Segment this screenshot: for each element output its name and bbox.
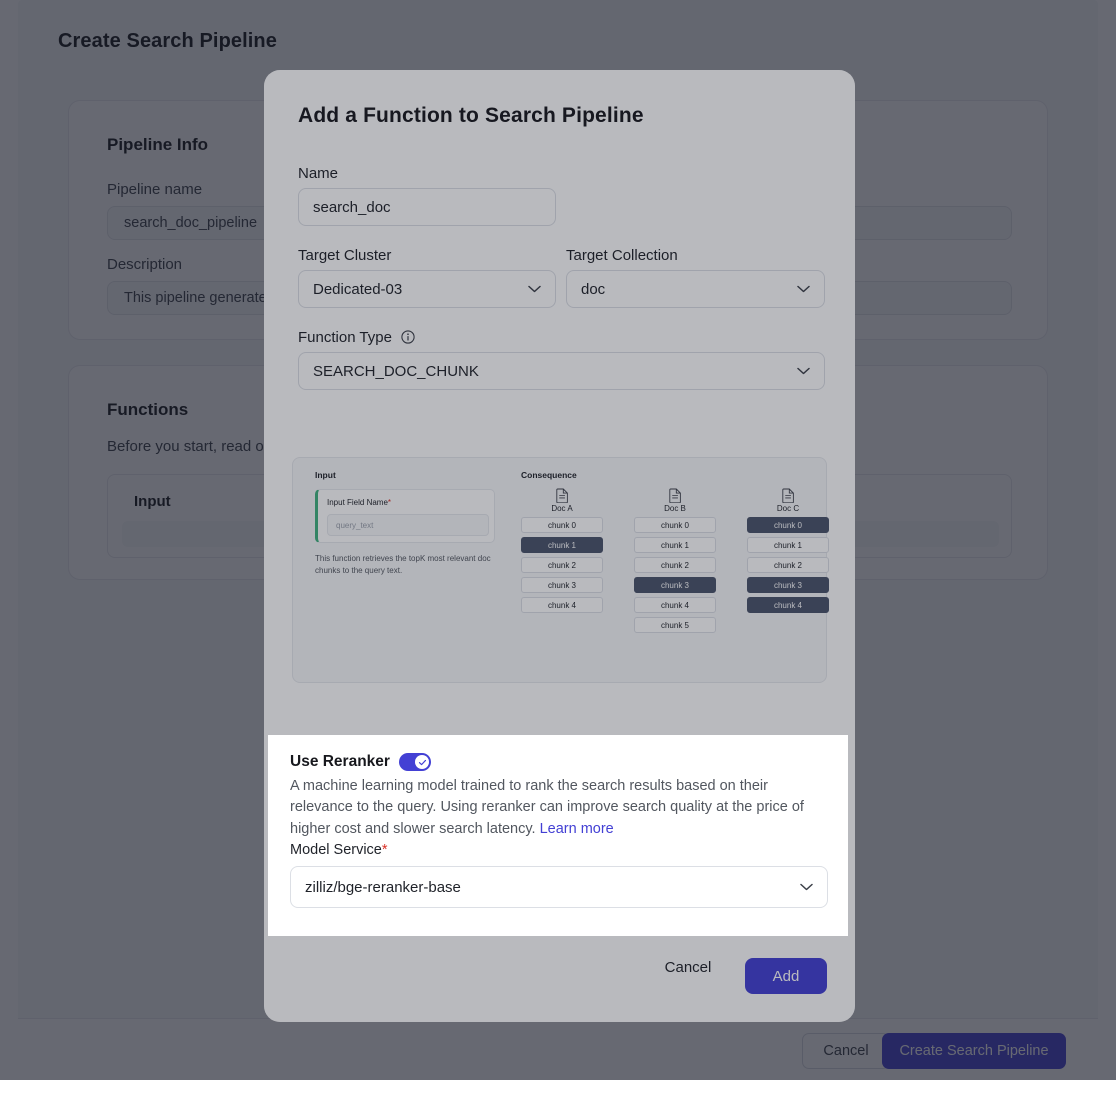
functions-heading: Functions: [107, 400, 189, 419]
chunk-cell: chunk 1: [747, 537, 829, 553]
illustration-input-field-box: Input Field Name* query_text: [315, 489, 495, 543]
chevron-down-icon: [797, 285, 810, 293]
required-asterisk: *: [381, 842, 388, 858]
function-type-select[interactable]: SEARCH_DOC_CHUNK: [298, 352, 825, 390]
illustration-input-heading: Input: [315, 470, 336, 480]
name-input[interactable]: search_doc: [298, 188, 556, 226]
chunk-cell-highlighted: chunk 0: [747, 517, 829, 533]
create-search-pipeline-button[interactable]: Create Search Pipeline: [882, 1033, 1066, 1069]
document-icon: [555, 488, 568, 503]
chunk-cell-highlighted: chunk 4: [747, 597, 829, 613]
document-icon: [781, 488, 794, 503]
model-service-label: Model Service*: [290, 842, 388, 858]
use-reranker-toggle[interactable]: [399, 753, 431, 771]
target-collection-select[interactable]: doc: [566, 270, 825, 308]
chevron-down-icon: [797, 367, 810, 375]
cancel-button[interactable]: Cancel: [802, 1033, 890, 1069]
pipeline-info-heading: Pipeline Info: [107, 135, 209, 154]
doc-column: Doc A chunk 0 chunk 1 chunk 2 chunk 3 chunk 4: [521, 488, 603, 613]
function-type-label: Function Type: [298, 329, 415, 346]
background-footer: Cancel Create Search Pipeline: [18, 1018, 1098, 1080]
name-label: Name: [298, 165, 339, 182]
doc-name: Doc C: [776, 504, 800, 513]
target-cluster-select[interactable]: Dedicated-03: [298, 270, 556, 308]
chunk-cell: chunk 0: [634, 517, 716, 533]
use-reranker-label: Use Reranker: [290, 753, 390, 770]
target-cluster-value: Dedicated-03: [313, 280, 403, 298]
chunk-cell: chunk 4: [521, 597, 603, 613]
illustration-input-field-placeholder: query_text: [327, 514, 489, 536]
doc-name: Doc B: [664, 504, 686, 513]
page-title: Create Search Pipeline: [58, 30, 277, 52]
modal-cancel-button[interactable]: Cancel: [659, 957, 717, 977]
chunk-cell: chunk 2: [747, 557, 829, 573]
chunk-cell-highlighted: chunk 1: [521, 537, 603, 553]
illustration-description: This function retrieves the topK most re…: [315, 554, 491, 575]
illustration-consequence-heading: Consequence: [521, 470, 577, 480]
model-service-value: zilliz/bge-reranker-base: [305, 878, 461, 896]
learn-more-link[interactable]: Learn more: [540, 821, 614, 837]
modal-add-button[interactable]: Add: [745, 958, 827, 994]
chunk-cell: chunk 2: [521, 557, 603, 573]
model-service-label-text: Model Service: [290, 842, 382, 858]
doc-column: Doc B chunk 0 chunk 1 chunk 2 chunk 3 chunk 4…: [634, 488, 716, 633]
use-reranker-description: A machine learning model trained to rank…: [290, 776, 830, 840]
modal-title: Add a Function to Search Pipeline: [298, 104, 644, 127]
chevron-down-icon: [800, 883, 813, 891]
chunk-cell: chunk 1: [634, 537, 716, 553]
chunk-cell: chunk 0: [521, 517, 603, 533]
app-root: Create Search Pipeline Pipeline Info Pip…: [0, 0, 1116, 1101]
function-type-label-text: Function Type: [298, 329, 392, 346]
chunk-cell: chunk 3: [521, 577, 603, 593]
function-illustration: Input Input Field Name* query_text This …: [292, 457, 829, 683]
functions-table-header-input: Input: [134, 493, 171, 510]
target-collection-value: doc: [581, 280, 606, 298]
doc-name: Doc A: [551, 504, 573, 513]
chunk-cell: chunk 2: [634, 557, 716, 573]
check-icon: [415, 755, 429, 769]
model-service-select[interactable]: zilliz/bge-reranker-base: [290, 866, 828, 908]
doc-column: Doc C chunk 0 chunk 1 chunk 2 chunk 3 chunk 4: [747, 488, 829, 613]
required-asterisk: *: [387, 498, 392, 507]
target-collection-label: Target Collection: [566, 247, 678, 264]
info-icon[interactable]: [401, 330, 415, 344]
chunk-cell-highlighted: chunk 3: [747, 577, 829, 593]
use-reranker-section: Use Reranker A machine learning model tr…: [268, 735, 848, 936]
pipeline-description-label: Description: [107, 256, 183, 273]
chunk-cell: chunk 4: [634, 597, 716, 613]
document-icon: [668, 488, 681, 503]
target-cluster-label: Target Cluster: [298, 247, 392, 264]
chunk-cell-highlighted: chunk 3: [634, 577, 716, 593]
name-input-value: search_doc: [313, 198, 391, 216]
chevron-down-icon: [528, 285, 541, 293]
illustration-input-field-label-text: Input Field Name: [327, 498, 388, 507]
functions-subtitle: Before you start, read our: [107, 438, 278, 455]
chunk-cell: chunk 5: [634, 617, 716, 633]
pipeline-name-label: Pipeline name: [107, 181, 203, 198]
illustration-input-field-label: Input Field Name*: [327, 498, 391, 507]
function-type-value: SEARCH_DOC_CHUNK: [313, 362, 479, 380]
